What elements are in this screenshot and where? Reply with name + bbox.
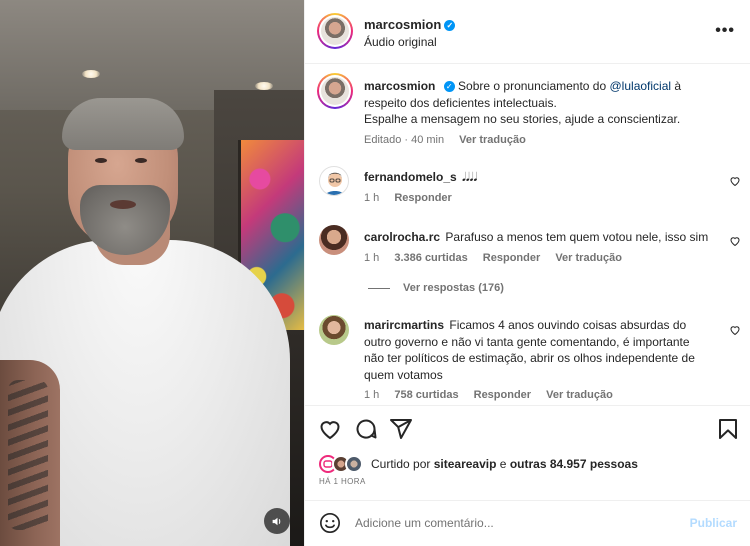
liked-by-row: Curtido por siteareavip e outras 84.957 … (319, 455, 739, 473)
comment-time: 1 h (364, 389, 380, 401)
comment-meta: 1 h Responder (364, 192, 464, 204)
verified-badge-icon: ✓ (444, 20, 456, 31)
comment-username[interactable]: carolrocha.rc (364, 230, 440, 244)
arm-tattoo (8, 380, 48, 530)
publish-button[interactable]: Publicar (690, 516, 737, 530)
share-paper-plane-icon[interactable] (389, 417, 413, 441)
mention-link[interactable]: @lulaoficial (610, 79, 672, 93)
person-mouth (110, 200, 136, 209)
reply-button[interactable]: Responder (474, 389, 531, 401)
comment-time: 1 h (364, 192, 380, 204)
commenter-avatar[interactable] (319, 315, 349, 345)
like-comment-heart-icon[interactable] (729, 324, 741, 336)
caption-text: marcosmion ✓ Sobre o pronunciamento do @… (364, 79, 682, 126)
person-hair (62, 98, 184, 150)
translate-link[interactable]: Ver tradução (555, 252, 622, 264)
comment-username[interactable]: marircmartins (364, 318, 444, 332)
verified-badge-icon: ✓ (443, 81, 455, 92)
commenter-avatar[interactable] (319, 166, 349, 196)
emoji-icon[interactable] (319, 512, 341, 534)
speaker-icon (272, 517, 280, 525)
comment-input[interactable] (355, 513, 685, 533)
liker-avatar[interactable] (345, 455, 363, 473)
more-options-button[interactable]: ••• (715, 22, 735, 40)
comment-time: 1 h (364, 252, 380, 264)
comment-meta: 1 h 3.386 curtidas Responder Ver traduçã… (364, 252, 634, 264)
replies-line (368, 288, 390, 289)
author-avatar[interactable] (317, 13, 353, 49)
ceiling-lamp (255, 82, 273, 90)
comment-text: marircmartins Ficamos 4 anos ouvindo coi… (364, 318, 695, 382)
commenter-avatar[interactable] (319, 225, 349, 255)
view-replies-button[interactable]: Ver respostas (176) (403, 282, 504, 294)
comment-meta: 1 h 758 curtidas Responder Ver tradução (364, 389, 625, 401)
translate-link[interactable]: Ver tradução (546, 389, 613, 401)
likes-count-link[interactable]: outras 84.957 pessoas (510, 457, 638, 471)
reply-button[interactable]: Responder (394, 192, 451, 204)
like-comment-heart-icon[interactable] (729, 235, 741, 247)
translate-link[interactable]: Ver tradução (459, 134, 526, 146)
original-audio-link[interactable]: Áudio original (364, 35, 437, 49)
caption-author-avatar[interactable] (317, 73, 353, 109)
edited-time: Editado · 40 min (364, 134, 445, 146)
post-panel: marcosmion ✓ Áudio original ••• marcosmio… (304, 0, 750, 546)
comment-bubble-icon[interactable] (354, 417, 378, 441)
comment-likes-count[interactable]: 758 curtidas (394, 389, 458, 401)
liker-username[interactable]: siteareavip (434, 457, 497, 471)
post-time[interactable]: HÁ 1 HORA (319, 477, 366, 486)
action-bar (305, 414, 750, 444)
like-heart-icon[interactable] (318, 417, 342, 441)
add-comment-bar: Publicar (305, 500, 750, 546)
person-eye (95, 158, 107, 163)
cartoon-avatar-icon (325, 172, 345, 195)
caption-meta: Editado · 40 min Ver tradução (364, 134, 538, 146)
post-header: marcosmion ✓ Áudio original ••• (305, 0, 750, 64)
ceiling-lamp (82, 70, 100, 78)
person-eye (135, 158, 147, 163)
comment-username[interactable]: fernandomelo_s (364, 170, 457, 184)
reply-button[interactable]: Responder (483, 252, 540, 264)
reel-video[interactable] (0, 0, 304, 546)
save-bookmark-icon[interactable] (716, 417, 740, 441)
comment-likes-count[interactable]: 3.386 curtidas (394, 252, 467, 264)
sound-toggle-button[interactable] (264, 508, 290, 534)
like-comment-heart-icon[interactable] (729, 175, 741, 187)
divider (305, 405, 750, 406)
liked-by-text: Curtido por siteareavip e outras 84.957 … (371, 457, 638, 471)
comment-text: fernandomelo_s 𝅘𝅥𝅘𝅥𝅘𝅥𝅘𝅥 (364, 170, 478, 184)
comment-text: carolrocha.rc Parafuso a menos tem quem … (364, 230, 709, 244)
author-username[interactable]: marcosmion ✓ (364, 17, 456, 32)
caption-username[interactable]: marcosmion (364, 79, 435, 93)
